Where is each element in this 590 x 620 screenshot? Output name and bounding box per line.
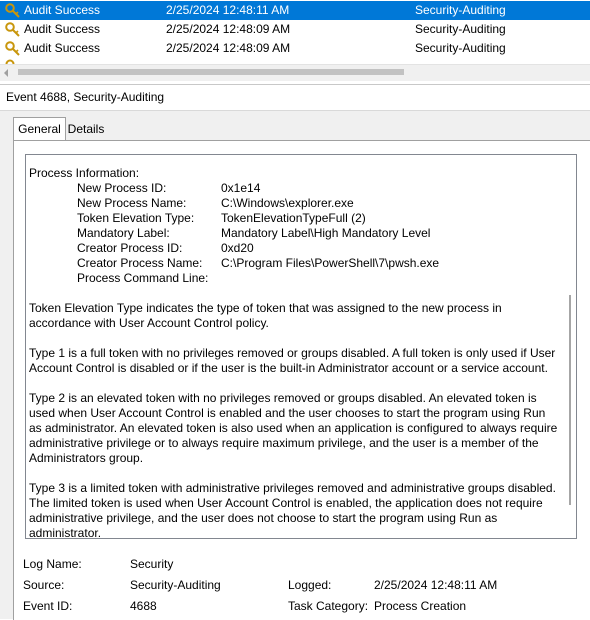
- field-value: TokenElevationTypeFull (2): [221, 211, 366, 225]
- event-id-label: Event ID:: [23, 599, 73, 613]
- key-icon: [5, 41, 20, 56]
- log-name-value: Security: [130, 557, 174, 571]
- description-paragraph: Type 2 is an elevated token with no priv…: [29, 391, 558, 465]
- key-icon: [5, 3, 20, 18]
- process-field: Process Command Line:: [29, 271, 559, 286]
- process-field: Creator Process ID: 0xd20: [29, 241, 559, 256]
- description-paragraph: Type 1 is a full token with no privilege…: [29, 346, 556, 375]
- key-icon: [5, 22, 20, 37]
- event-source: Security-Auditing: [415, 41, 506, 55]
- event-datetime: 2/25/2024 12:48:09 AM: [166, 41, 291, 55]
- key-icon: [5, 59, 15, 64]
- source-value: Security-Auditing: [130, 578, 221, 592]
- event-summary: Log Name: Security Source: Security-Audi…: [0, 549, 590, 619]
- event-source: Security-Auditing: [415, 3, 506, 17]
- description-paragraph: Type 3 is a limited token with administr…: [29, 481, 556, 539]
- event-row[interactable]: Audit Success 2/25/2024 12:48:11 AM Secu…: [0, 1, 590, 20]
- field-label: New Process ID:: [77, 181, 167, 195]
- event-details-pane: General Details Process Information: New…: [0, 111, 590, 620]
- horizontal-scrollbar[interactable]: [0, 64, 590, 81]
- task-category-label: Task Category:: [288, 599, 369, 613]
- event-header: Event 4688, Security-Auditing: [0, 85, 590, 111]
- event-level: Audit Success: [24, 3, 101, 17]
- tab-general[interactable]: General: [13, 117, 66, 140]
- field-value: 0xd20: [221, 241, 254, 255]
- task-category-value: Process Creation: [374, 599, 467, 613]
- field-label: Creator Process Name:: [77, 256, 203, 270]
- field-value: C:\Program Files\PowerShell\7\pwsh.exe: [221, 256, 440, 270]
- event-row[interactable]: Audit Success 2/25/2024 12:48:09 AM Secu…: [0, 20, 590, 39]
- field-label: Mandatory Label:: [77, 226, 170, 240]
- event-title: Event 4688, Security-Auditing: [6, 90, 165, 104]
- process-field: New Process ID: 0x1e14: [29, 181, 559, 196]
- process-field: Creator Process Name: C:\Program Files\P…: [29, 256, 559, 271]
- event-level: Audit Success: [24, 41, 101, 55]
- scrollbar-thumb[interactable]: [569, 295, 571, 505]
- event-row[interactable]: Audit Success 2/25/2024 12:48:09 AM Secu…: [0, 39, 590, 58]
- event-description[interactable]: Process Information: New Process ID: 0x1…: [25, 154, 577, 539]
- event-source: Security-Auditing: [415, 22, 506, 36]
- process-field: Mandatory Label: Mandatory Label\High Ma…: [29, 226, 559, 241]
- field-value: 0x1e14: [221, 181, 261, 195]
- vertical-scrollbar[interactable]: [559, 155, 576, 538]
- field-value: C:\Windows\explorer.exe: [221, 196, 354, 210]
- process-field: Token Elevation Type: TokenElevationType…: [29, 211, 559, 226]
- logged-label: Logged:: [288, 578, 332, 592]
- field-label: New Process Name:: [77, 196, 187, 210]
- description-paragraph: Token Elevation Type indicates the type …: [29, 301, 502, 330]
- event-id-value: 4688: [130, 599, 157, 613]
- field-value: Mandatory Label\High Mandatory Level: [221, 226, 431, 240]
- event-datetime: 2/25/2024 12:48:11 AM: [166, 3, 290, 17]
- tab-details[interactable]: Details: [65, 119, 107, 139]
- field-label: Token Elevation Type:: [77, 211, 195, 225]
- event-level: Audit Success: [24, 22, 101, 36]
- logged-value: 2/25/2024 12:48:11 AM: [374, 578, 498, 592]
- event-list[interactable]: Audit Success 2/25/2024 12:48:11 AM Secu…: [0, 0, 590, 64]
- source-label: Source:: [23, 578, 65, 592]
- process-info-title: Process Information:: [29, 166, 140, 180]
- description-text: Process Information: New Process ID: 0x1…: [29, 166, 559, 539]
- scrollbar-thumb[interactable]: [18, 69, 404, 75]
- field-label: Process Command Line:: [77, 271, 209, 285]
- event-datetime: 2/25/2024 12:48:09 AM: [166, 22, 291, 36]
- field-label: Creator Process ID:: [77, 241, 183, 255]
- log-name-label: Log Name:: [23, 557, 82, 571]
- scroll-left-icon[interactable]: [2, 68, 10, 78]
- process-field: New Process Name: C:\Windows\explorer.ex…: [29, 196, 559, 211]
